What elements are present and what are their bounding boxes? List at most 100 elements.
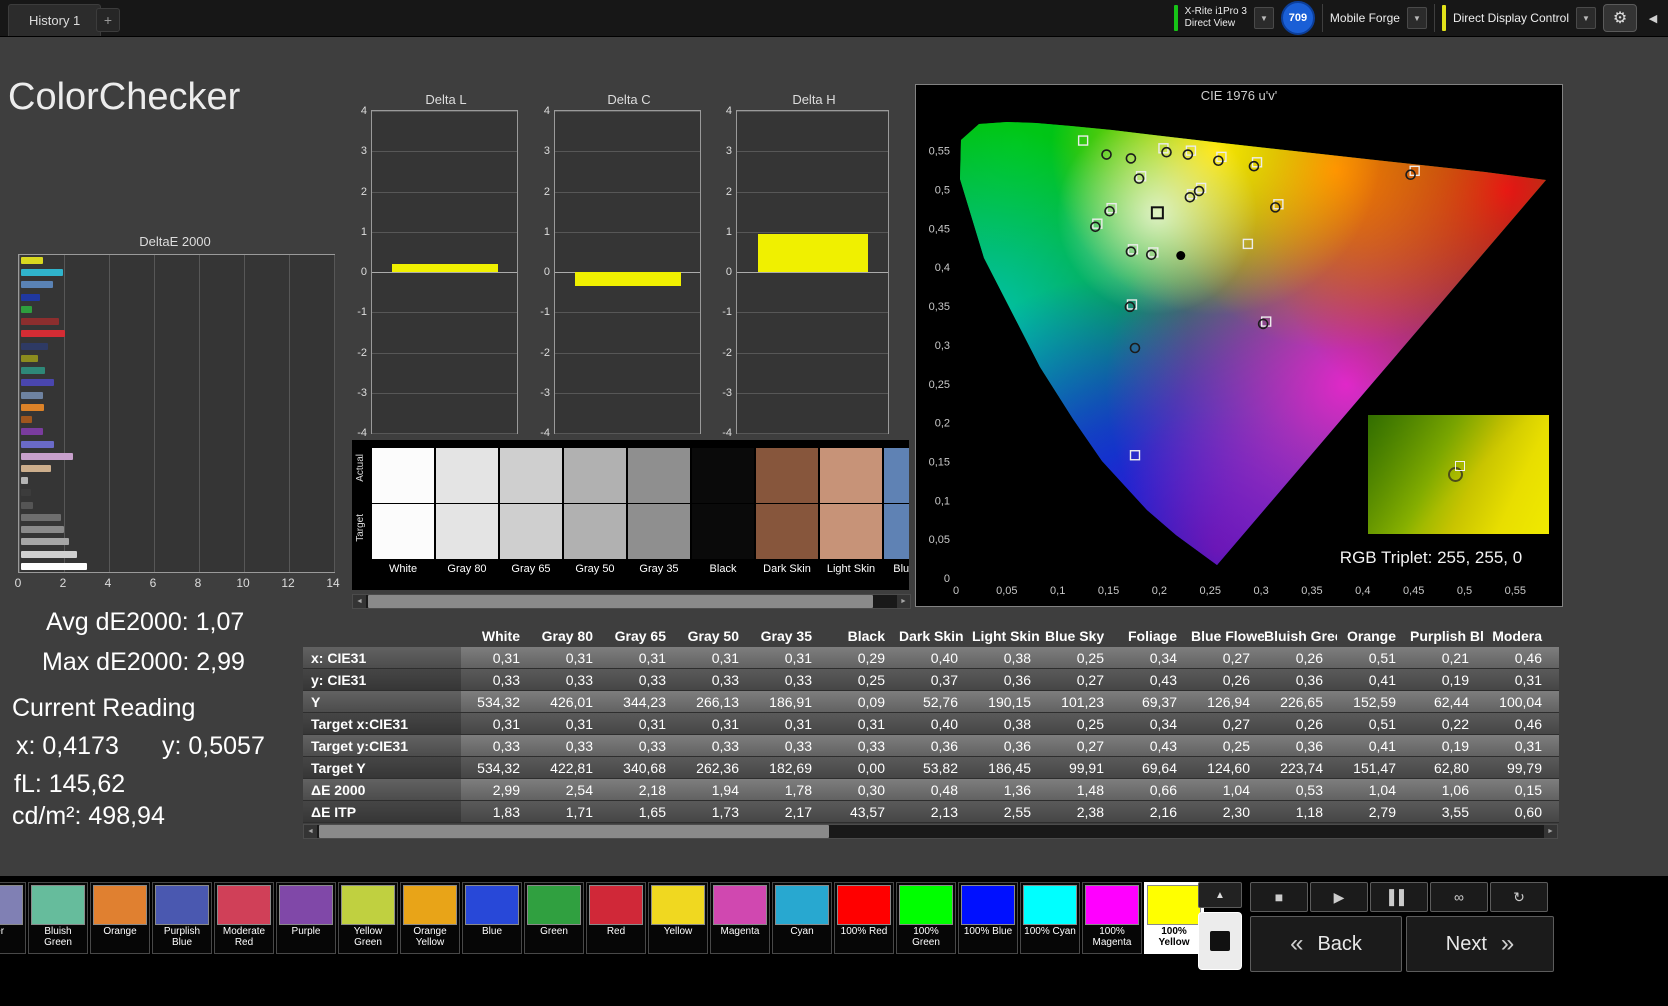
collapse-left-icon[interactable]: ◀ (1644, 4, 1662, 32)
source-dropdown-chevron-icon[interactable]: ▼ (1406, 7, 1427, 29)
patch-button-blue[interactable]: Blue (462, 882, 522, 954)
pause-icon: ▌▌ (1389, 889, 1409, 905)
pattern-up-button[interactable]: ▲ (1198, 882, 1242, 908)
meter-dropdown-chevron-icon[interactable]: ▼ (1253, 7, 1274, 29)
table-cell: 262,36 (696, 759, 739, 776)
column-header: Blue Sky (1045, 627, 1105, 644)
y-tick-label: -2 (540, 346, 550, 359)
patch-button-yellow[interactable]: Yellow (648, 882, 708, 954)
scrollbar-thumb[interactable] (368, 595, 873, 608)
grid-line (737, 272, 888, 273)
patch-button-orange[interactable]: Orange (90, 882, 150, 954)
delta-bar (758, 233, 869, 272)
patch-button-moderate-red[interactable]: Moderate Red (214, 882, 274, 954)
patch-button-100-cyan[interactable]: 100% Cyan (1020, 882, 1080, 954)
table-cell: 1,73 (711, 803, 739, 820)
continuous-button[interactable]: ∞ (1430, 882, 1488, 912)
y-tick-label: -1 (357, 306, 367, 319)
swatch-actual (436, 448, 498, 503)
page-title: ColorChecker (8, 76, 241, 118)
scroll-right-icon[interactable]: ► (1544, 825, 1557, 838)
deltae-bar (21, 513, 61, 521)
deltae-bar (21, 305, 33, 313)
patch-label: 100% Magenta (1092, 926, 1132, 948)
scrollbar-track[interactable] (366, 595, 897, 608)
table-cell: 1,78 (784, 781, 812, 798)
row-label: Y (303, 691, 461, 712)
table-cell: 0,43 (1149, 737, 1177, 754)
max-de2000-value: Max dE2000: 2,99 (42, 648, 245, 676)
stop-button[interactable]: ■ (1250, 882, 1308, 912)
scroll-left-icon[interactable]: ◄ (353, 595, 366, 608)
delta-h-y-axis: 4 3 2 1 0 -1 -2 -3 -4 (720, 105, 733, 439)
delta-c-y-axis: 4 3 2 1 0 -1 -2 -3 -4 (538, 105, 551, 439)
table-cell: 0,19 (1441, 737, 1469, 754)
patch-button-orange-yellow[interactable]: Orange Yellow (400, 882, 460, 954)
table-cell: 0,26 (1295, 649, 1323, 666)
back-button[interactable]: « Back (1250, 916, 1402, 972)
patch-color (961, 885, 1015, 925)
table-cell: 151,47 (1353, 759, 1396, 776)
table-cell: 100,04 (1499, 693, 1542, 710)
swatch-label: White (388, 563, 418, 575)
column-header: Black (847, 627, 885, 644)
column-header: Bluish Green (1264, 627, 1337, 644)
patch-label: 100% Green (912, 926, 940, 948)
meter-selector[interactable]: X-Rite i1Pro 3 Direct View (1185, 6, 1247, 30)
patch-button-100-blue[interactable]: 100% Blue (958, 882, 1018, 954)
swatch-scrollbar[interactable]: ◄ ► (352, 594, 911, 609)
deltae-bar (21, 391, 44, 399)
reading-y-value: y: 0,5057 (162, 732, 265, 760)
pattern-window-button[interactable] (1198, 912, 1242, 970)
patch-button-100-red[interactable]: 100% Red (834, 882, 894, 954)
patch-color (93, 885, 147, 925)
patch-button-purplish-blue[interactable]: Purplish Blue (152, 882, 212, 954)
row-label: ΔE 2000 (303, 779, 461, 800)
scrollbar-thumb[interactable] (319, 825, 829, 838)
display-control-chevron-icon[interactable]: ▼ (1576, 7, 1596, 29)
patch-label: Moderate Red (222, 926, 266, 948)
swatch-actual (500, 448, 562, 503)
play-button[interactable]: ▶ (1310, 882, 1368, 912)
patch-button-yellow-green[interactable]: Yellow Green (338, 882, 398, 954)
patch-button-purple[interactable]: Purple (276, 882, 336, 954)
next-button[interactable]: Next » (1406, 916, 1554, 972)
grid-line (555, 191, 700, 193)
swatch-target (692, 504, 754, 559)
patch-button-red[interactable]: Red (586, 882, 646, 954)
patch-button-magenta[interactable]: Magenta (710, 882, 770, 954)
deltae-bar (21, 550, 78, 558)
table-cell: 534,32 (477, 693, 520, 710)
patch-button-wer[interactable]: wer (0, 882, 26, 954)
loop-button[interactable]: ↻ (1490, 882, 1548, 912)
colorchecker-swatch: Gray 35 (628, 448, 690, 575)
scroll-left-icon[interactable]: ◄ (304, 825, 317, 838)
tab-history-1[interactable]: History 1 (8, 4, 102, 36)
cie-x-tick: 0 (953, 585, 959, 597)
deltae-bar (21, 464, 51, 472)
display-control-selector[interactable]: Direct Display Control (1453, 11, 1569, 25)
swatch-actual (756, 448, 818, 503)
add-tab-button[interactable]: + (96, 8, 120, 32)
table-cell: 0,33 (565, 737, 593, 754)
table-cell: 1,04 (1222, 781, 1250, 798)
patch-button-green[interactable]: Green (524, 882, 584, 954)
patch-button-cyan[interactable]: Cyan (772, 882, 832, 954)
target-point-icon (1454, 461, 1465, 472)
pause-button[interactable]: ▌▌ (1370, 882, 1428, 912)
patch-button-100-green[interactable]: 100% Green (896, 882, 956, 954)
patch-color (589, 885, 643, 925)
scrollbar-track[interactable] (317, 825, 1544, 838)
scroll-right-icon[interactable]: ► (897, 595, 910, 608)
patch-button-bluish-green[interactable]: Bluish Green (28, 882, 88, 954)
deltae-bar (21, 379, 55, 387)
source-selector[interactable]: Mobile Forge (1330, 11, 1400, 25)
deltae-bar (21, 416, 33, 424)
colorspace-badge[interactable]: 709 (1280, 1, 1315, 35)
patch-label: 100% Cyan (1024, 926, 1076, 937)
patch-button-100-magenta[interactable]: 100% Magenta (1082, 882, 1142, 954)
patch-zoom-inset (1368, 415, 1549, 534)
table-scrollbar[interactable]: ◄ ► (303, 824, 1558, 839)
y-tick-label: 3 (543, 145, 550, 158)
settings-gear-icon[interactable]: ⚙ (1603, 4, 1637, 32)
